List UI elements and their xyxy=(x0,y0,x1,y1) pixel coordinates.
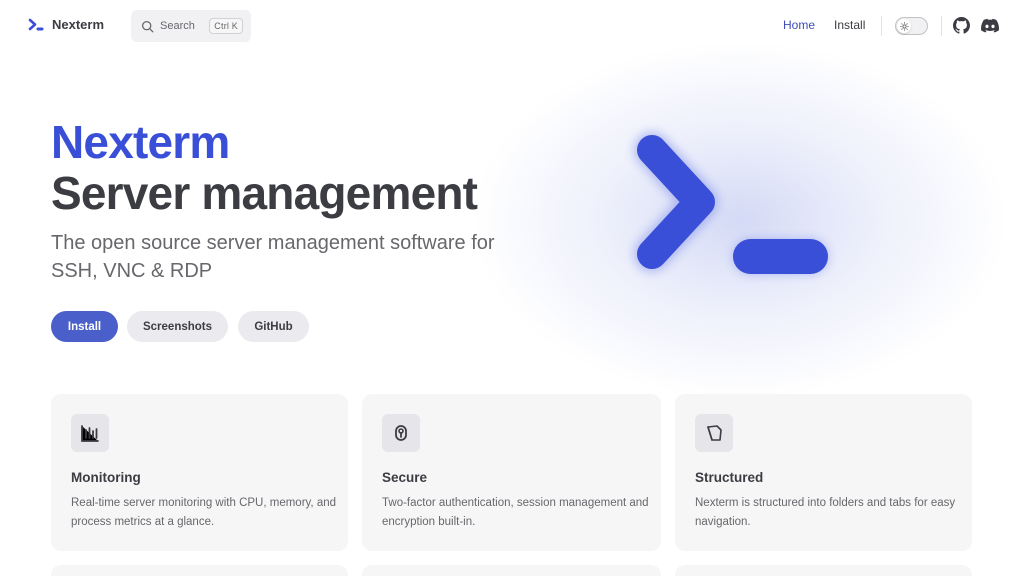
feature-title: Secure xyxy=(382,470,428,485)
discord-icon[interactable] xyxy=(981,18,1000,38)
feature-description: Real-time server monitoring with CPU, me… xyxy=(71,497,337,528)
hero-tagline: The open source server management softwa… xyxy=(51,232,495,282)
brand-link[interactable]: Nexterm xyxy=(28,17,104,32)
feature-card-structured: Structured Nexterm is structured into fo… xyxy=(675,394,972,551)
folder-icon xyxy=(695,414,733,452)
feature-description: Nexterm is structured into folders and t… xyxy=(695,497,956,528)
search-shortcut: Ctrl K xyxy=(209,18,243,34)
theme-toggle[interactable] xyxy=(895,17,928,35)
nav-link-install[interactable]: Install xyxy=(834,18,865,32)
nexterm-logo-icon xyxy=(28,18,44,30)
feature-card-secure: Secure Two-factor authentication, sessio… xyxy=(362,394,661,551)
hero-title: Nexterm xyxy=(51,116,230,168)
search-label: Search xyxy=(160,20,195,32)
feature-card-partial xyxy=(675,565,972,576)
feature-card-partial xyxy=(362,565,661,576)
feature-title: Structured xyxy=(695,470,764,485)
nav-links: Home Install xyxy=(783,18,865,32)
bar-chart-icon xyxy=(71,414,109,452)
search-icon xyxy=(141,20,154,32)
brand-name: Nexterm xyxy=(52,17,105,32)
nav-divider xyxy=(941,16,942,36)
feature-card-monitoring: Monitoring Real-time server monitoring w… xyxy=(51,394,348,551)
nexterm-hero-logo-icon xyxy=(634,132,828,274)
search-button[interactable]: Search Ctrl K xyxy=(131,10,251,42)
feature-card-partial xyxy=(51,565,348,576)
hero-subtitle: Server management xyxy=(51,167,478,219)
github-icon[interactable] xyxy=(953,17,970,39)
screenshots-button[interactable]: Screenshots xyxy=(127,311,228,342)
nav-divider xyxy=(881,16,882,36)
feature-title: Monitoring xyxy=(71,470,141,485)
feature-description: Two-factor authentication, session manag… xyxy=(382,497,649,528)
nav-link-home[interactable]: Home xyxy=(783,18,815,32)
sun-icon xyxy=(897,19,911,33)
github-button[interactable]: GitHub xyxy=(238,311,309,342)
install-button[interactable]: Install xyxy=(51,311,118,342)
lock-icon xyxy=(382,414,420,452)
